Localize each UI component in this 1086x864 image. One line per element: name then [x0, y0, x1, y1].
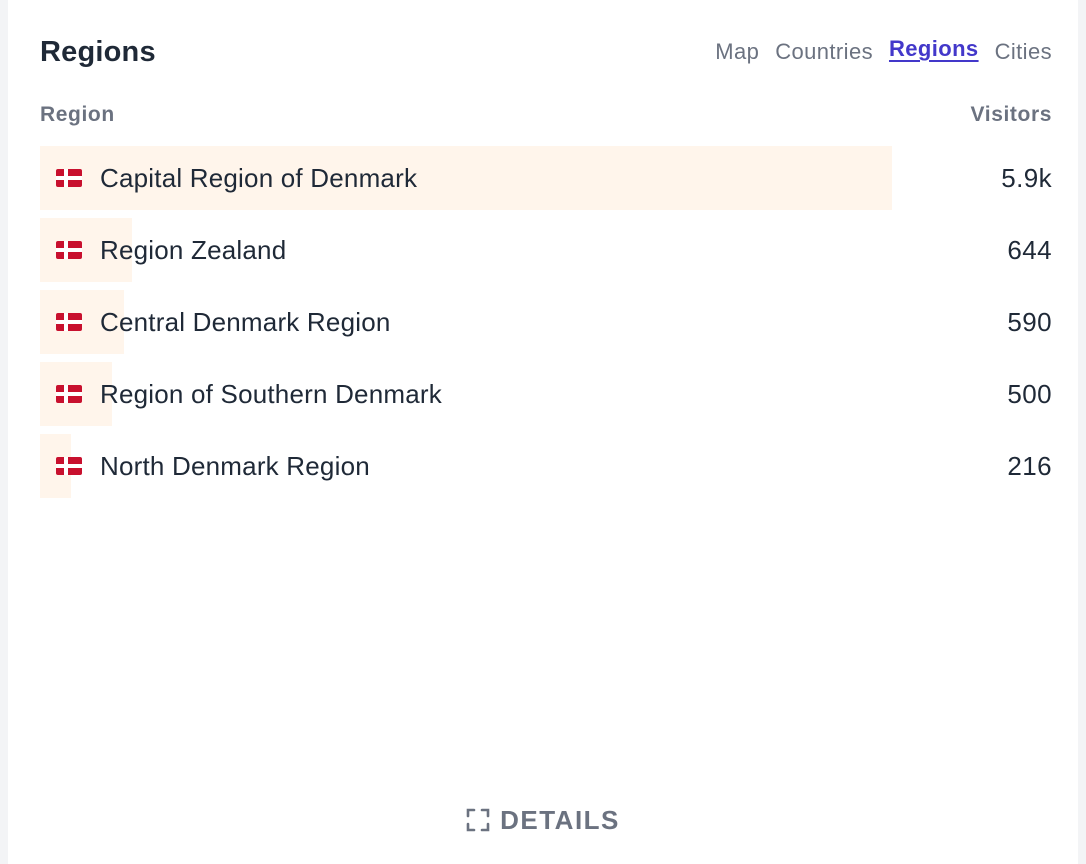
list-item[interactable]: Capital Region of Denmark 5.9k: [40, 146, 1052, 210]
region-name[interactable]: Region Zealand: [100, 235, 286, 266]
details-label: DETAILS: [500, 804, 620, 835]
visitor-count: 500: [1007, 378, 1052, 409]
region-name[interactable]: Region of Southern Denmark: [100, 379, 442, 410]
region-list: Capital Region of Denmark 5.9k Region Ze…: [40, 146, 1052, 506]
region-name[interactable]: Capital Region of Denmark: [100, 163, 417, 194]
visitor-count: 590: [1007, 306, 1052, 337]
list-item[interactable]: North Denmark Region 216: [40, 434, 1052, 498]
tab-regions[interactable]: Regions: [889, 36, 979, 62]
denmark-flag-icon: [56, 457, 82, 475]
denmark-flag-icon: [56, 313, 82, 331]
denmark-flag-icon: [56, 385, 82, 403]
visitor-count: 644: [1007, 234, 1052, 265]
card-title: Regions: [40, 35, 156, 68]
regions-card: Regions Map Countries Regions Cities Reg…: [8, 0, 1078, 864]
expand-icon: [466, 808, 490, 832]
region-name[interactable]: North Denmark Region: [100, 451, 370, 482]
tab-cities[interactable]: Cities: [995, 39, 1052, 65]
column-header: Region Visitors: [40, 100, 1052, 130]
column-header-visitors: Visitors: [970, 103, 1052, 126]
visitor-count: 5.9k: [1001, 162, 1052, 193]
region-name[interactable]: Central Denmark Region: [100, 307, 391, 338]
denmark-flag-icon: [56, 241, 82, 259]
list-item[interactable]: Central Denmark Region 590: [40, 290, 1052, 354]
tab-bar: Map Countries Regions Cities: [715, 36, 1052, 65]
list-item[interactable]: Region Zealand 644: [40, 218, 1052, 282]
tab-countries[interactable]: Countries: [775, 39, 873, 65]
list-item[interactable]: Region of Southern Denmark 500: [40, 362, 1052, 426]
details-button[interactable]: DETAILS: [8, 800, 1078, 840]
column-header-region: Region: [40, 103, 115, 126]
denmark-flag-icon: [56, 169, 82, 187]
visitor-count: 216: [1007, 450, 1052, 481]
tab-map[interactable]: Map: [715, 39, 759, 65]
card-header: Regions Map Countries Regions Cities: [40, 30, 1052, 74]
